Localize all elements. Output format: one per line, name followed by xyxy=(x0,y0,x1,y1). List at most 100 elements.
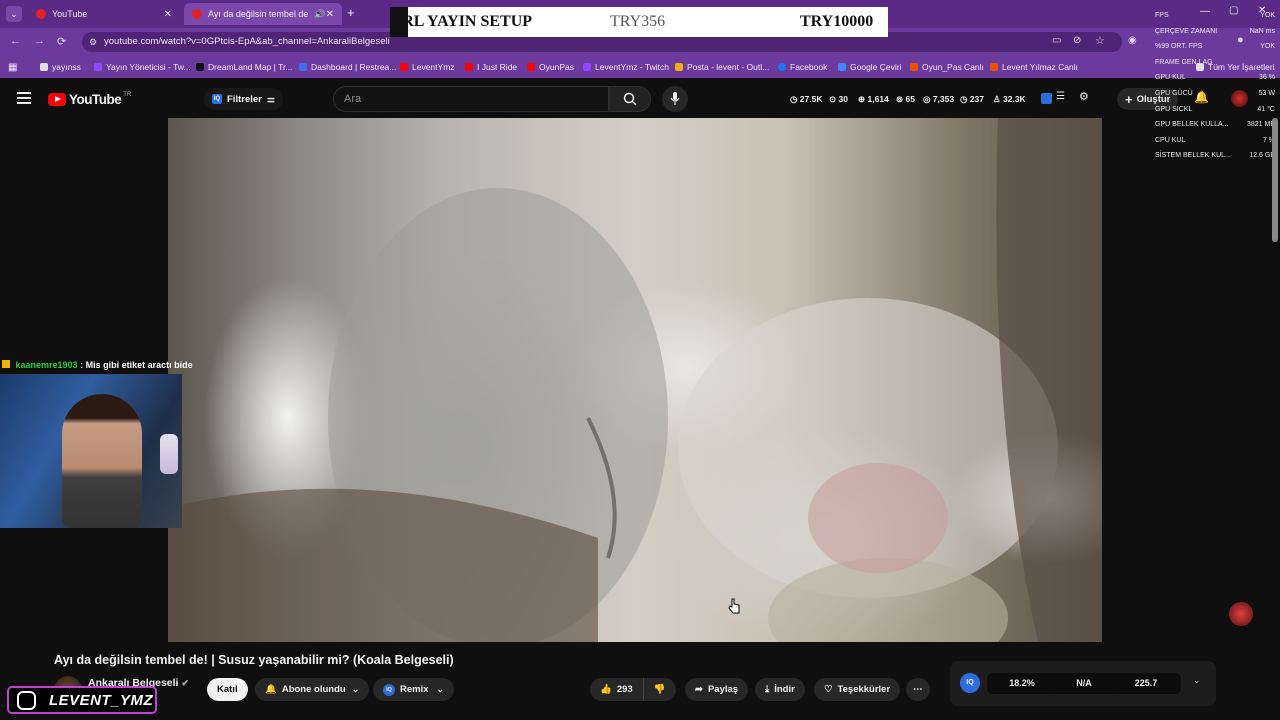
site-icon xyxy=(196,63,204,71)
like-button[interactable]: 👍 293 xyxy=(590,678,644,701)
filters-button[interactable]: IQ Filtreler ⚌ xyxy=(204,88,283,110)
close-icon[interactable]: ✕ xyxy=(326,9,334,20)
bookmark-item[interactable]: Levent Yılmaz Canlı xyxy=(990,60,1078,74)
bookmark-item[interactable]: LeventYmz - Twitch xyxy=(583,60,669,74)
floating-avatar[interactable] xyxy=(1229,602,1253,626)
bookmark-item[interactable]: Yayın Yöneticisi - Tw... xyxy=(94,60,191,74)
iq-extension-icon[interactable]: IQ xyxy=(960,673,980,693)
chat-username: kaanemre1903 xyxy=(15,360,78,370)
iq-extension-icon[interactable] xyxy=(1041,93,1052,104)
thanks-icon: ♡ xyxy=(824,684,833,695)
apps-grid-icon[interactable]: ▦ xyxy=(8,60,17,74)
more-horizontal-icon: ⋯ xyxy=(913,684,923,695)
bookmark-item[interactable]: Dashboard | Restrea... xyxy=(299,60,396,74)
bookmark-item[interactable]: Oyun_Pas Canlı xyxy=(910,60,984,74)
cursor-hand-icon xyxy=(728,598,740,614)
sliders-icon: ⚌ xyxy=(266,93,275,104)
site-info-icon[interactable]: ⚙ xyxy=(89,32,97,52)
tab-youtube[interactable]: YouTube ✕ xyxy=(28,3,180,25)
download-icon: ⤓ xyxy=(765,684,770,695)
list-icon[interactable]: ☰ xyxy=(1056,91,1065,102)
perf-row: %99 ORT. FPS YOK xyxy=(1155,43,1275,51)
forward-icon[interactable]: → xyxy=(34,35,45,47)
widget-value-3: 225.7 xyxy=(1111,673,1181,694)
chevron-down-icon[interactable]: ⌄ xyxy=(1193,675,1201,686)
streamer-webcam xyxy=(0,374,182,528)
chevron-down-icon: ⌄ xyxy=(436,684,445,694)
search-button[interactable] xyxy=(609,86,651,112)
bookmark-item[interactable]: OyunPas xyxy=(527,60,574,74)
video-player[interactable] xyxy=(168,118,1102,642)
new-tab-plus-icon[interactable]: + xyxy=(347,5,355,20)
bookmark-item[interactable]: yayınss xyxy=(40,60,81,74)
extension-icon[interactable]: ◉ xyxy=(1128,35,1137,46)
perf-row: ÇERÇEVE ZAMANI NaN ms xyxy=(1155,27,1275,35)
back-icon[interactable]: ← xyxy=(10,35,21,47)
stat-3: ⊕ 1,614 xyxy=(858,94,889,104)
bookmark-star-icon[interactable]: ☆ xyxy=(1095,34,1105,47)
bookmark-item[interactable]: I Just Ride xyxy=(465,60,517,74)
coin-icon: ⊚ xyxy=(896,94,904,104)
tab-video[interactable]: Ayı da değilsin tembel de! | 🔊 ✕ xyxy=(184,3,342,25)
instagram-icon xyxy=(17,691,36,710)
install-icon[interactable]: ▭ xyxy=(1052,35,1061,46)
facebook-icon xyxy=(778,63,786,71)
thanks-button[interactable]: ♡ Teşekkürler xyxy=(814,678,901,701)
thumbs-down-icon: 👎 xyxy=(653,684,666,695)
perf-row: CPU KUL 7 % xyxy=(1155,136,1275,144)
reload-icon[interactable]: ⟳ xyxy=(57,35,66,48)
youtube-header: YouTube TR IQ Filtreler ⚌ Ara ◷ 27.5K ⊙ … xyxy=(0,80,1280,118)
stat-5: ◎ 7,353 xyxy=(923,94,955,104)
logo-text: YouTube xyxy=(69,92,122,107)
twitch-icon xyxy=(94,63,102,71)
url-text: youtube.com/watch?v=0GPtcis-EpA&ab_chann… xyxy=(104,36,390,47)
bookmark-item[interactable]: DreamLand Map | Tr... xyxy=(196,60,292,74)
streamer-brand-badge: LEVENT_YMZ xyxy=(7,686,157,714)
performance-overlay: FPS YOK ÇERÇEVE ZAMANI NaN ms %99 ORT. FPS… xyxy=(1155,8,1275,164)
chat-text: : Mis gibi etiket aractı bide xyxy=(80,360,193,370)
widget-value-2: N/A xyxy=(1049,673,1119,694)
menu-icon[interactable] xyxy=(17,92,31,104)
thumbs-up-icon: 👍 xyxy=(600,684,612,695)
share-button[interactable]: ➦ Paylaş xyxy=(685,678,749,701)
chat-badge-icon xyxy=(2,360,10,368)
perf-row: SİSTEM BELLEK KUL... 12.6 GB xyxy=(1155,152,1275,160)
remix-button[interactable]: IQ Remix ⌄ xyxy=(373,678,455,701)
bookmark-item[interactable]: Facebook xyxy=(778,60,827,74)
page-scrollbar[interactable] xyxy=(1272,118,1278,242)
like-stat-icon: ⊕ xyxy=(858,94,866,104)
eye-off-icon[interactable]: ⊘ xyxy=(1073,35,1081,46)
bookmarks-bar: ▦ yayınss Yayın Yöneticisi - Tw... Dream… xyxy=(0,56,1280,78)
join-button[interactable]: Katıl xyxy=(207,678,248,701)
youtube-favicon-icon xyxy=(192,9,202,19)
youtube-logo[interactable]: YouTube TR xyxy=(48,92,131,107)
speaker-icon[interactable]: 🔊 xyxy=(314,9,325,20)
voice-search-button[interactable] xyxy=(662,86,688,112)
stat-icon: ⊙ xyxy=(829,94,837,104)
translate-icon xyxy=(838,63,846,71)
tab-search-icon[interactable]: ⌄ xyxy=(6,6,22,22)
more-actions-button[interactable]: ⋯ xyxy=(906,678,930,701)
user-icon: ♙ xyxy=(993,94,1001,104)
bell-icon: 🔔 xyxy=(265,684,277,695)
eye-icon: ◎ xyxy=(923,94,931,104)
stat-7: ♙ 32.3K xyxy=(993,94,1026,104)
koala-video-frame xyxy=(168,118,1102,642)
bookmark-item[interactable]: Google Çeviri xyxy=(838,60,902,74)
download-button[interactable]: ⤓ İndir xyxy=(755,678,805,701)
like-dislike-group: 👍 293 👎 xyxy=(590,678,676,701)
extension-stats-widget: IQ 18.2% N/A 225.7 ⌄ xyxy=(950,661,1216,706)
close-icon[interactable]: ✕ xyxy=(164,9,172,20)
perf-row: FRAME GEN LAG xyxy=(1155,58,1213,66)
search-input[interactable]: Ara xyxy=(333,86,609,112)
iq-extension-icon: IQ xyxy=(383,683,395,696)
subscribed-button[interactable]: 🔔 Abone olundu ⌄ xyxy=(255,678,370,701)
search-icon xyxy=(623,92,637,106)
settings-icon[interactable]: ⚙ xyxy=(1079,90,1089,103)
clock-icon: ◷ xyxy=(790,94,798,104)
widget-value-1: 18.2% xyxy=(987,673,1057,694)
dislike-button[interactable]: 👎 xyxy=(644,684,676,695)
twitch-icon xyxy=(583,63,591,71)
bookmark-item[interactable]: Posta - levent - Outl... xyxy=(675,60,769,74)
bookmark-item[interactable]: LeventYmz xyxy=(400,60,455,74)
